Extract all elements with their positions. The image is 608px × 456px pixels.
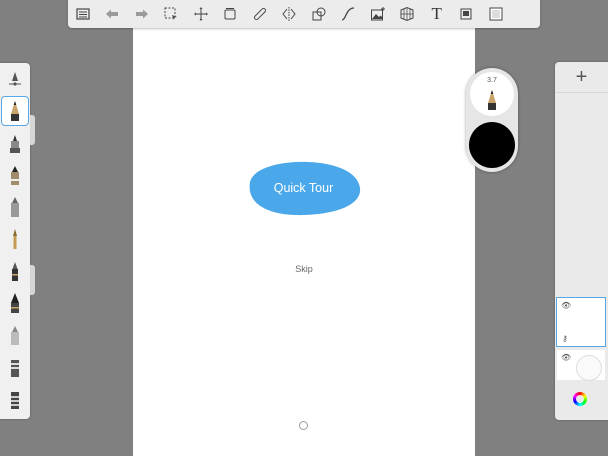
selection-icon[interactable] — [157, 0, 187, 28]
layers-stack-icon[interactable] — [216, 0, 246, 28]
canvas-icon[interactable] — [481, 0, 511, 28]
brush-properties-icon[interactable] — [2, 66, 28, 94]
brush-puck[interactable]: 3.7 — [466, 68, 518, 172]
fountain-pen-icon[interactable] — [2, 289, 28, 317]
transform-icon[interactable] — [186, 0, 216, 28]
layer-lock-icon[interactable]: ⚷ — [562, 334, 568, 343]
add-layer-button[interactable]: + — [555, 62, 608, 93]
brush-color-swatch[interactable] — [469, 122, 515, 168]
undo-icon[interactable] — [98, 0, 128, 28]
color-wheel-icon[interactable] — [573, 392, 587, 406]
fill-icon[interactable] — [452, 0, 482, 28]
loading-indicator-icon — [299, 421, 308, 430]
curve-icon[interactable] — [334, 0, 364, 28]
text-icon-glyph: T — [431, 4, 442, 23]
quick-tour-button[interactable]: Quick Tour — [246, 160, 361, 216]
ballpoint-brush-icon[interactable] — [2, 129, 28, 157]
smudge-brush-icon[interactable] — [2, 385, 28, 413]
layer-thumbnail-active[interactable]: 👁︎ ⚷ — [556, 297, 606, 347]
shapes-icon[interactable] — [304, 0, 334, 28]
brush-palette — [0, 63, 30, 419]
brush-palette-handle-top[interactable] — [30, 115, 35, 145]
layer-thumbnail-background[interactable]: 👁︎ — [557, 350, 605, 381]
list-icon[interactable] — [68, 0, 98, 28]
ruler-icon[interactable] — [245, 0, 275, 28]
quick-tour-label: Quick Tour — [273, 181, 334, 195]
skip-link[interactable]: Skip — [284, 264, 324, 274]
brush-size-value: 3.7 — [487, 77, 497, 84]
visibility-eye-icon[interactable]: 👁︎ — [561, 301, 571, 310]
symmetry-icon[interactable] — [275, 0, 305, 28]
perspective-icon[interactable] — [393, 0, 423, 28]
marker-brush-icon[interactable] — [2, 161, 28, 189]
top-toolbar: T — [68, 0, 540, 28]
brush-size-control[interactable]: 3.7 — [470, 72, 514, 116]
pencil-brush-icon[interactable] — [1, 96, 29, 126]
drawing-canvas[interactable] — [133, 0, 475, 456]
paintbrush-icon[interactable] — [2, 225, 28, 253]
background-color-icon — [576, 355, 602, 381]
blender-brush-icon[interactable] — [2, 353, 28, 381]
brush-palette-handle-bottom[interactable] — [30, 265, 35, 295]
eraser-brush-icon[interactable] — [2, 321, 28, 349]
image-add-icon[interactable] — [363, 0, 393, 28]
ink-brush-icon[interactable] — [2, 257, 28, 285]
redo-icon[interactable] — [127, 0, 157, 28]
text-icon[interactable]: T — [422, 0, 452, 28]
visibility-eye-icon[interactable]: 👁︎ — [561, 353, 571, 362]
layers-panel: + 👁︎ ⚷ 👁︎ — [555, 62, 608, 420]
pencil-icon — [488, 90, 496, 110]
airbrush-icon[interactable] — [2, 193, 28, 221]
